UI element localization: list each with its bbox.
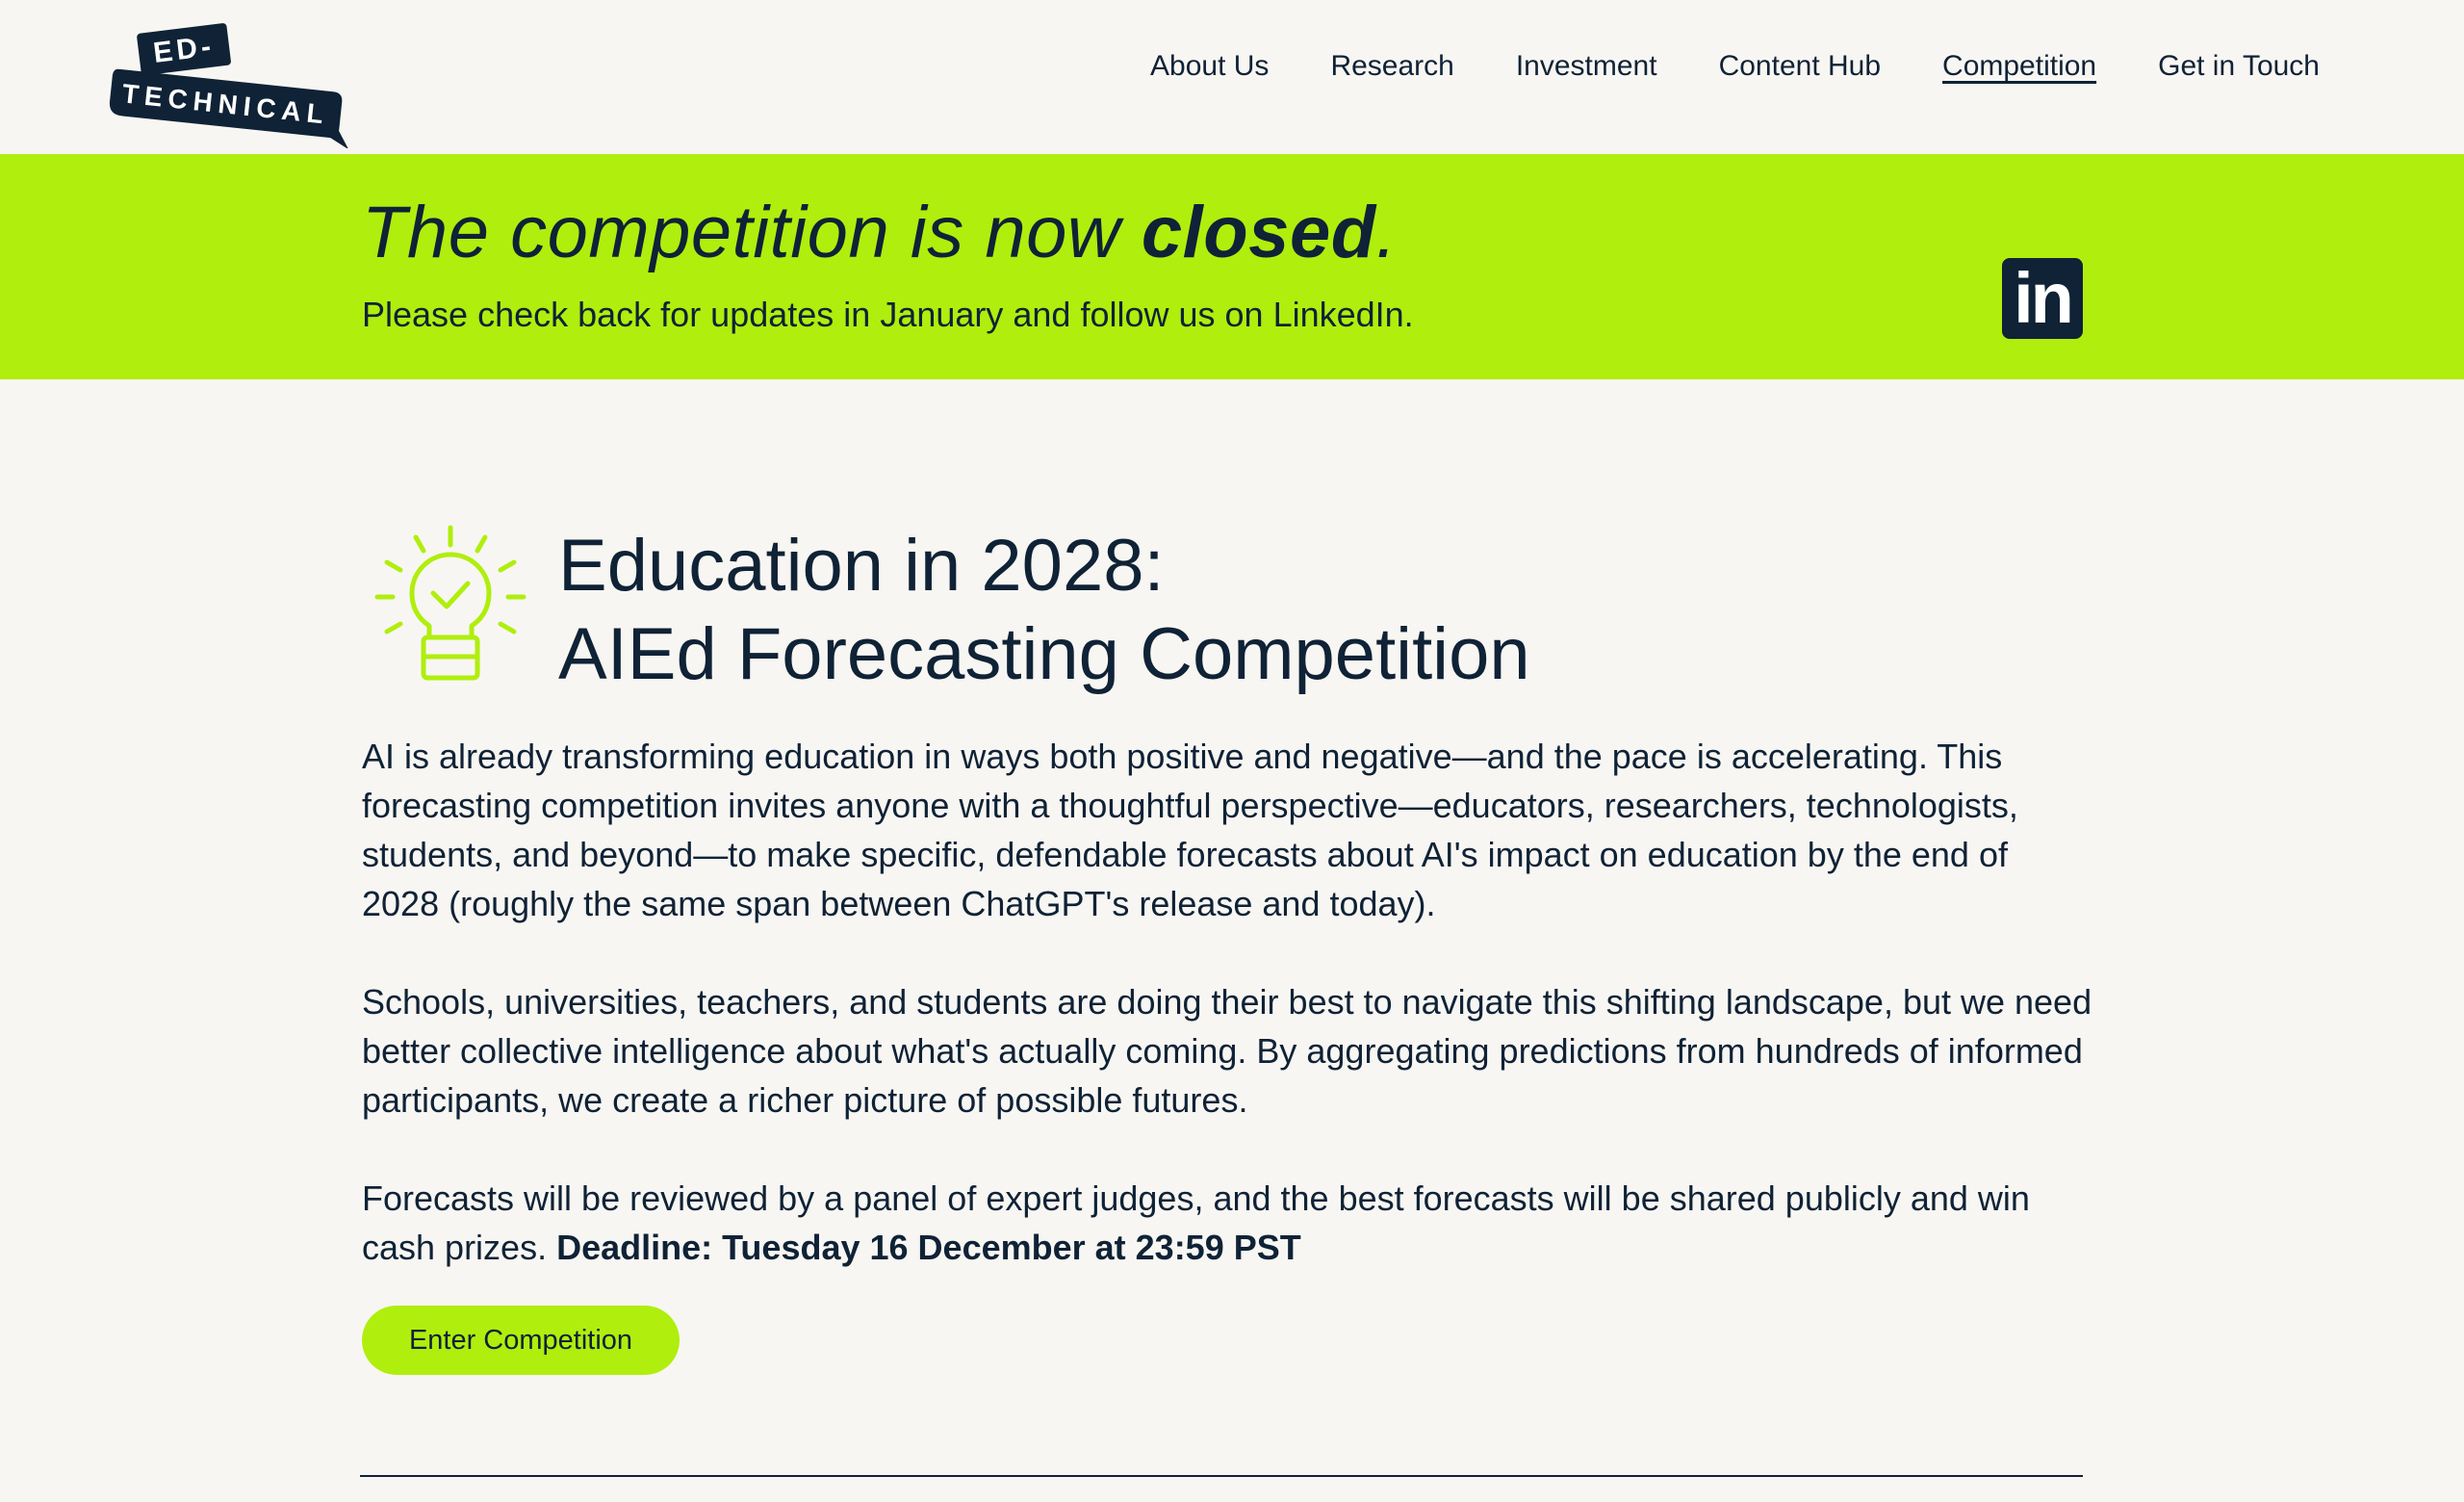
lightbulb-check-icon: [373, 524, 527, 684]
banner-title-emphasis: closed: [1141, 192, 1376, 273]
nav-content-hub[interactable]: Content Hub: [1719, 50, 1881, 83]
linkedin-icon[interactable]: in: [2002, 258, 2083, 339]
section-divider: [360, 1475, 2083, 1477]
deadline-text: Deadline: Tuesday 16 December at 23:59 P…: [556, 1228, 1301, 1267]
page-title-line-1: Education in 2028:: [558, 525, 1165, 607]
logo-graphic: ED- TECHNICAL: [109, 23, 349, 148]
banner-title: The competition is now closed.: [362, 191, 1397, 274]
nav-competition[interactable]: Competition: [1942, 50, 2096, 83]
page-title-line-2: AIEd Forecasting Competition: [558, 613, 1530, 695]
banner-subtitle: Please check back for updates in January…: [362, 295, 1414, 334]
banner-title-prefix: The competition is now: [362, 192, 1142, 273]
description-paragraph-2: Schools, universities, teachers, and stu…: [362, 982, 2092, 1120]
description-paragraph-3: Forecasts will be reviewed by a panel of…: [362, 1174, 2094, 1272]
nav-about-us[interactable]: About Us: [1150, 50, 1269, 83]
banner-title-suffix: .: [1375, 192, 1398, 273]
nav-research[interactable]: Research: [1330, 50, 1453, 83]
page-title: Education in 2028: AIEd Forecasting Comp…: [558, 522, 1530, 699]
site-header: ED- TECHNICAL About Us Research Investme…: [0, 0, 2464, 154]
competition-description: AI is already transforming education in …: [362, 732, 2094, 1272]
ed-technical-logo[interactable]: ED- TECHNICAL: [104, 21, 354, 148]
linkedin-glyph: in: [2014, 258, 2074, 338]
closed-notice-banner: The competition is now closed. Please ch…: [0, 154, 2464, 379]
enter-competition-button[interactable]: Enter Competition: [362, 1306, 680, 1375]
main-nav: About Us Research Investment Content Hub…: [1150, 50, 2320, 83]
nav-get-in-touch[interactable]: Get in Touch: [2158, 50, 2320, 83]
nav-investment[interactable]: Investment: [1516, 50, 1657, 83]
description-paragraph-1: AI is already transforming education in …: [362, 737, 2018, 923]
